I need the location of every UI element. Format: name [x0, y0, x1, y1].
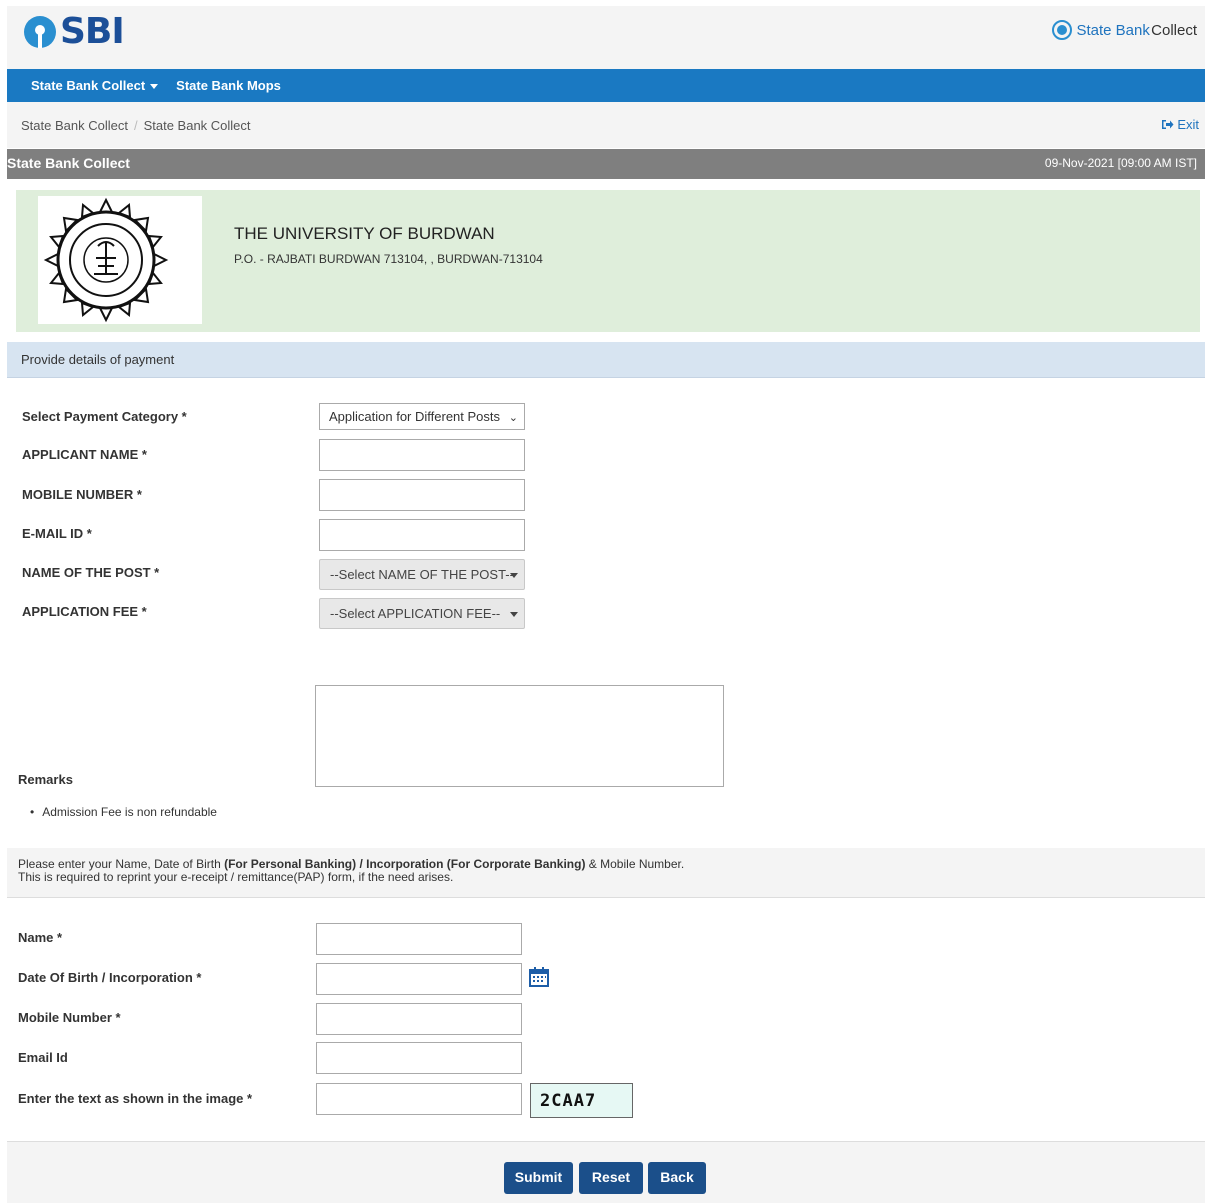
mobile-number-label: MOBILE NUMBER *: [22, 487, 142, 502]
chevron-down-icon: [150, 84, 159, 90]
payment-section-heading: Provide details of payment: [7, 342, 1205, 378]
breadcrumb-item[interactable]: State Bank Collect: [21, 118, 128, 133]
exit-link[interactable]: Exit: [1161, 117, 1199, 132]
breadcrumb-item: State Bank Collect: [143, 118, 251, 133]
post-name-label: NAME OF THE POST *: [22, 565, 160, 580]
nav-item-label: State Bank Collect: [31, 78, 146, 93]
section-heading-text: Provide details of payment: [21, 352, 175, 367]
application-fee-dropdown[interactable]: --Select APPLICATION FEE--: [319, 598, 525, 629]
reprint-info: Please enter your Name, Date of Birth (F…: [7, 848, 1205, 898]
nav-item-state-bank-collect[interactable]: State Bank Collect: [31, 78, 159, 93]
calendar-icon-graphic: [529, 967, 549, 987]
nav-item-state-bank-mops[interactable]: State Bank Mops: [176, 78, 281, 93]
exit-icon: [1162, 120, 1174, 129]
applicant-name-label: APPLICANT NAME *: [22, 447, 147, 462]
institution-address: P.O. - RAJBATI BURDWAN 713104, , BURDWAN…: [234, 252, 543, 266]
post-name-dropdown[interactable]: --Select NAME OF THE POST--: [319, 559, 525, 590]
caret-down-icon: [510, 612, 518, 617]
personal-mobile-input[interactable]: [316, 1003, 522, 1035]
breadcrumb-separator: /: [133, 118, 138, 133]
payment-category-select[interactable]: Application for Different Posts ⌄: [319, 403, 525, 430]
application-fee-label: APPLICATION FEE *: [22, 604, 147, 619]
mobile-number-input[interactable]: [319, 479, 525, 511]
institution-name: THE UNIVERSITY OF BURDWAN: [234, 224, 495, 243]
chevron-down-icon: ⌄: [508, 412, 518, 424]
breadcrumb: State Bank Collect / State Bank Collect: [21, 118, 251, 133]
fee-note: Admission Fee is non refundable: [30, 805, 217, 819]
captcha-label: Enter the text as shown in the image *: [18, 1091, 253, 1106]
captcha-input[interactable]: [316, 1083, 522, 1115]
state-bank-collect-brand[interactable]: State Bank Collect: [1052, 20, 1197, 40]
page-title: State Bank Collect: [7, 155, 130, 171]
name-input[interactable]: [316, 923, 522, 955]
email-id-input[interactable]: [319, 519, 525, 551]
applicant-name-input[interactable]: [319, 439, 525, 471]
caret-down-icon: [510, 573, 518, 578]
sbi-logo-icon: [24, 16, 56, 48]
captcha-image: 2CAA7: [530, 1083, 633, 1118]
logo-text: SBI: [60, 11, 125, 52]
personal-email-label: Email Id: [18, 1050, 68, 1065]
back-button[interactable]: Back: [648, 1162, 706, 1194]
payment-category-label: Select Payment Category *: [22, 409, 187, 424]
sbi-brand-icon: [1052, 20, 1073, 40]
title-bar: State Bank Collect 09-Nov-2021 [09:00 AM…: [7, 149, 1205, 179]
university-emblem-icon: [43, 197, 169, 323]
reset-button[interactable]: Reset: [579, 1162, 643, 1194]
remarks-label: Remarks: [18, 772, 73, 787]
calendar-icon[interactable]: [528, 966, 550, 988]
breadcrumb-bar: State Bank Collect / State Bank Collect Ex…: [7, 102, 1205, 148]
email-id-label: E-MAIL ID *: [22, 526, 92, 541]
brand-suffix: Collect: [1151, 21, 1197, 39]
payment-category-value: Application for Different Posts: [329, 409, 501, 424]
submit-button[interactable]: Submit: [504, 1162, 573, 1194]
header-bar: [7, 6, 1205, 69]
info-bold-text: (For Personal Banking) / Incorporation (…: [224, 857, 586, 871]
application-fee-value: --Select APPLICATION FEE--: [330, 606, 501, 621]
info-text: & Mobile Number.: [585, 857, 685, 871]
main-nav: State Bank Collect State Bank Mops: [7, 69, 1205, 102]
datetime-stamp: 09-Nov-2021 [09:00 AM IST]: [1044, 156, 1197, 170]
sbi-logo[interactable]: SBI: [24, 11, 125, 52]
post-name-value: --Select NAME OF THE POST--: [330, 567, 514, 582]
dob-input[interactable]: [316, 963, 522, 995]
remarks-textarea[interactable]: [315, 685, 724, 787]
info-text: Please enter your Name, Date of Birth: [18, 857, 225, 871]
brand-prefix: State Bank: [1076, 21, 1150, 39]
dob-label: Date Of Birth / Incorporation *: [18, 970, 202, 985]
institution-banner: THE UNIVERSITY OF BURDWAN P.O. - RAJBATI…: [16, 190, 1200, 332]
university-logo: [38, 196, 202, 324]
personal-mobile-label: Mobile Number *: [18, 1010, 121, 1025]
exit-label: Exit: [1177, 117, 1199, 132]
name-label: Name *: [18, 930, 63, 945]
reprint-info-line2: This is required to reprint your e-recei…: [18, 870, 454, 884]
personal-email-input[interactable]: [316, 1042, 522, 1074]
